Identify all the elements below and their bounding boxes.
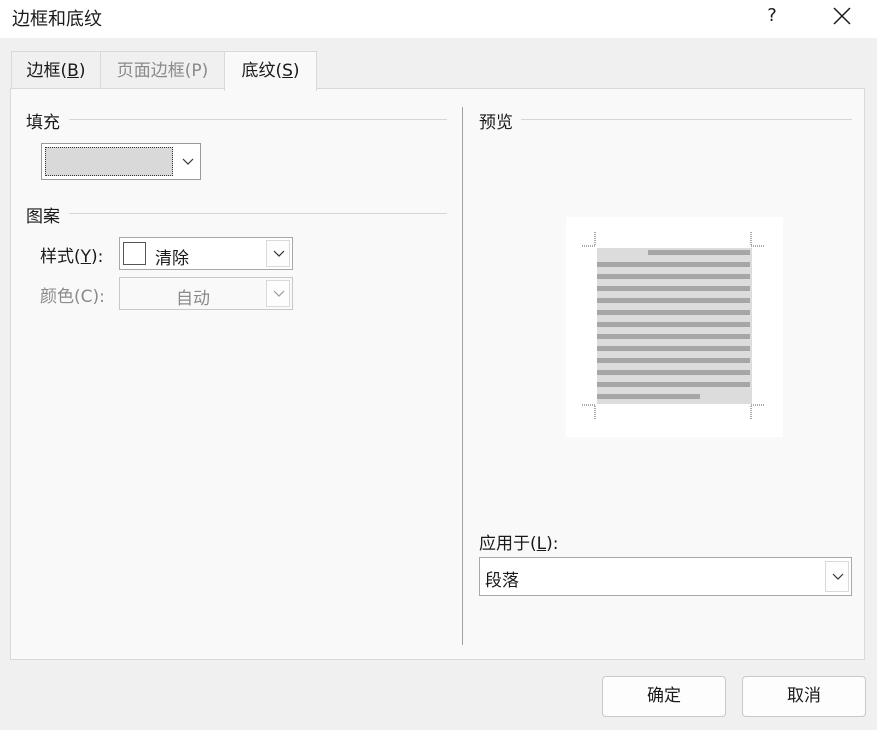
preview-area	[566, 217, 783, 437]
preview-line	[597, 334, 750, 339]
preview-group-label: 预览	[479, 113, 513, 133]
style-dropdown-arrow[interactable]	[266, 240, 290, 267]
pattern-style-value: 清除	[155, 249, 189, 269]
preview-line	[597, 358, 750, 363]
preview-line	[597, 382, 750, 387]
fill-color-swatch	[45, 147, 173, 176]
preview-line	[597, 262, 750, 267]
preview-group-divider	[521, 119, 852, 120]
preview-line	[597, 394, 700, 399]
pattern-group-label: 图案	[26, 207, 60, 227]
apply-to-value: 段落	[485, 571, 519, 591]
corner-mark-top-right	[750, 232, 765, 247]
pattern-color-value: 自动	[176, 289, 210, 309]
color-label: 颜色(C):	[40, 287, 105, 307]
chevron-down-icon	[832, 573, 844, 580]
close-icon	[833, 7, 851, 25]
corner-mark-bottom-right	[750, 404, 765, 419]
close-button[interactable]	[818, 0, 866, 34]
chevron-down-icon	[182, 158, 194, 165]
window-title: 边框和底纹	[12, 9, 102, 30]
preview-line	[597, 346, 750, 351]
preview-line	[597, 286, 750, 291]
panel-divider	[462, 107, 463, 645]
fill-group-label: 填充	[26, 113, 60, 133]
shading-panel: 填充 图案 样式(Y): 清除 颜色(C): 自动 预览 应用于(L): 段落	[10, 88, 865, 660]
preview-line	[597, 322, 750, 327]
tab-page-border[interactable]: 页面边框(P)	[100, 51, 225, 89]
preview-line	[597, 310, 750, 315]
preview-shading	[597, 248, 752, 404]
pattern-color-select[interactable]: 自动	[119, 277, 293, 310]
apply-to-label: 应用于(L):	[479, 534, 559, 554]
pattern-style-select[interactable]: 清除	[119, 237, 293, 270]
preview-line	[648, 250, 750, 255]
fill-dropdown-arrow[interactable]	[178, 147, 198, 176]
pattern-group-divider	[69, 213, 447, 214]
style-label: 样式(Y):	[40, 247, 104, 267]
preview-line	[597, 274, 750, 279]
style-swatch	[123, 242, 146, 265]
cancel-button[interactable]: 取消	[742, 676, 866, 717]
corner-mark-bottom-left	[581, 404, 596, 419]
apply-to-select[interactable]: 段落	[479, 557, 852, 596]
title-bar: 边框和底纹 ?	[0, 0, 877, 38]
chevron-down-icon	[273, 290, 285, 297]
tab-borders[interactable]: 边框(B)	[11, 51, 101, 89]
help-button[interactable]: ?	[752, 0, 792, 34]
chevron-down-icon	[273, 250, 285, 257]
fill-group-divider	[69, 119, 447, 120]
preview-line	[597, 298, 750, 303]
ok-button[interactable]: 确定	[602, 676, 726, 717]
color-dropdown-arrow[interactable]	[266, 280, 290, 307]
help-icon: ?	[767, 5, 777, 26]
tab-shading[interactable]: 底纹(S)	[224, 51, 317, 91]
fill-color-picker[interactable]	[41, 143, 201, 180]
apply-to-dropdown-arrow[interactable]	[825, 561, 849, 592]
preview-line	[597, 370, 750, 375]
